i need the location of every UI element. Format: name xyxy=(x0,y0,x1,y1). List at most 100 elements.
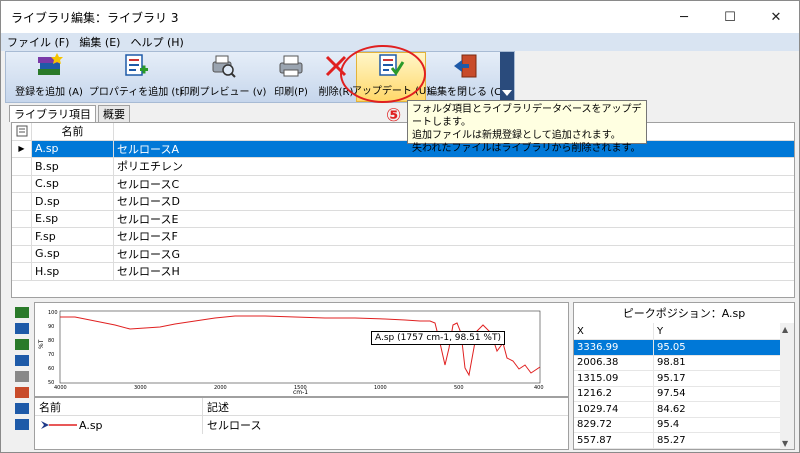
row-indicator[interactable] xyxy=(12,193,32,210)
legend-item-desc: セルロース xyxy=(207,419,262,432)
peak-row[interactable]: 1216.2 97.54 xyxy=(574,386,794,402)
row-indicator[interactable] xyxy=(12,158,32,175)
legend-header-desc: 記述 xyxy=(207,400,229,414)
row-name: セルロースD xyxy=(117,195,180,209)
close-edit-label: 編集を閉じる (C) xyxy=(427,87,505,98)
scale-icon[interactable] xyxy=(14,354,30,367)
peak-x: 1029.74 xyxy=(574,402,654,417)
peak-row[interactable]: 1315.09 95.17 xyxy=(574,371,794,387)
spectrum-svg: 1009080706050 4000 3000 2000 1500 1000 500 400… xyxy=(38,310,544,396)
grid-body: ▶ A.sp セルロースA B.sp ポリエチレン C.sp セルロースC D.sp セルロース… xyxy=(12,140,794,281)
peak-position-panel: ピークポジション：A.sp X Y 3336.99 95.05 2006.38 98.… xyxy=(573,302,795,450)
list-add-icon xyxy=(121,52,151,80)
grid-corner-icon[interactable] xyxy=(12,123,32,140)
grid-header-name[interactable]: 名前 xyxy=(32,123,114,140)
print-preview-icon xyxy=(208,52,238,80)
peak-x: 829.72 xyxy=(574,417,654,432)
print-button[interactable]: 印刷(P) xyxy=(266,52,316,102)
peak-row[interactable]: 1029.74 84.62 xyxy=(574,402,794,418)
minimize-button[interactable]: ─ xyxy=(661,1,707,33)
close-button[interactable]: ✕ xyxy=(753,1,799,33)
peak-row[interactable]: 557.87 85.27 xyxy=(574,433,794,449)
row-name: セルロースE xyxy=(117,212,179,226)
peak-row[interactable]: 3336.99 95.05 xyxy=(574,340,794,356)
x-tick-label: 1000 xyxy=(374,385,387,391)
y-tick-label: 60 xyxy=(48,366,54,372)
scroll-up-icon[interactable]: ▲ xyxy=(782,325,788,334)
peak-col-y[interactable]: Y xyxy=(654,323,794,339)
table-row[interactable]: H.sp セルロースH xyxy=(12,263,794,281)
y-tick-label: 80 xyxy=(48,338,54,344)
legend-row[interactable]: A.sp セルロース xyxy=(35,416,568,434)
add-entry-button[interactable]: 登録を追加 (A) xyxy=(6,52,92,102)
row-file: F.sp xyxy=(32,228,114,245)
table-row[interactable]: C.sp セルロースC xyxy=(12,175,794,193)
peak-scrollbar[interactable]: ▲ ▼ xyxy=(780,323,794,449)
menu-help[interactable]: ヘルプ (H) xyxy=(130,34,183,50)
row-name: セルロースF xyxy=(117,230,178,244)
table-row[interactable]: B.sp ポリエチレン xyxy=(12,158,794,176)
toolbar: 登録を追加 (A) プロパティを追加 (t) 印刷プレビュー (v) 印刷(P)… xyxy=(5,51,515,103)
zoom-reset-icon[interactable] xyxy=(14,338,30,351)
x-tick-label: 400 xyxy=(534,385,544,391)
table-row[interactable]: D.sp セルロースD xyxy=(12,193,794,211)
add-properties-button[interactable]: プロパティを追加 (t) xyxy=(88,52,184,102)
print-preview-label: 印刷プレビュー (v) xyxy=(179,87,267,98)
text-label-icon[interactable] xyxy=(14,402,30,415)
books-icon xyxy=(34,52,64,80)
x-tick-label: 3000 xyxy=(134,385,147,391)
y-tick-label: 100 xyxy=(48,310,58,316)
peak-table-header: X Y xyxy=(574,323,794,340)
x-tick-label: 500 xyxy=(454,385,464,391)
peak-x: 557.87 xyxy=(574,433,654,448)
peak-y: 84.62 xyxy=(657,403,686,415)
close-edit-button[interactable]: 編集を閉じる (C) xyxy=(426,52,506,102)
menu-edit[interactable]: 編集 (E) xyxy=(79,34,120,50)
row-indicator[interactable] xyxy=(12,245,32,262)
menu-file[interactable]: ファイル (F) xyxy=(7,34,69,50)
row-indicator[interactable] xyxy=(12,175,32,192)
peak-y: 97.54 xyxy=(657,388,686,400)
zoom-out-icon[interactable] xyxy=(14,322,30,335)
toolbar-overflow-button[interactable] xyxy=(500,52,514,102)
row-name: セルロースC xyxy=(117,177,180,191)
spectrum-chart[interactable]: 100 90 80 70 60 50 4000 3000 2000 1500 1000 500 400… xyxy=(34,302,569,397)
table-row[interactable]: G.sp セルロースG xyxy=(12,245,794,263)
tab-library-items[interactable]: ライブラリ項目 xyxy=(9,105,96,122)
row-file: C.sp xyxy=(32,175,114,192)
peak-row[interactable]: 2006.38 98.81 xyxy=(574,355,794,371)
legend-header-name: 名前 xyxy=(35,398,203,415)
print-preview-button[interactable]: 印刷プレビュー (v) xyxy=(180,52,266,102)
window-title: ライブラリ編集：ライブラリ 3 xyxy=(11,10,179,25)
peak-label-icon[interactable] xyxy=(14,386,30,399)
row-indicator[interactable]: ▶ xyxy=(12,140,32,157)
grid-header: 名前 xyxy=(12,123,794,141)
row-indicator[interactable] xyxy=(12,210,32,227)
row-file: G.sp xyxy=(32,245,114,262)
legend-swatch-icon xyxy=(41,421,77,429)
copy-chart-icon[interactable] xyxy=(14,418,30,431)
monitor-icon[interactable] xyxy=(14,370,30,383)
y-tick-label: 90 xyxy=(48,324,54,330)
row-file: A.sp xyxy=(32,140,114,157)
maximize-button[interactable]: ☐ xyxy=(707,1,753,33)
tab-summary[interactable]: 概要 xyxy=(98,105,130,122)
add-properties-label: プロパティを追加 (t) xyxy=(88,87,184,98)
table-row[interactable]: E.sp セルロースE xyxy=(12,210,794,228)
table-row[interactable]: F.sp セルロースF xyxy=(12,228,794,246)
row-indicator[interactable] xyxy=(12,228,32,245)
tooltip-line-2: 追加ファイルは新規登録として追加されます。 xyxy=(412,130,621,141)
peak-row[interactable]: 829.72 95.4 xyxy=(574,417,794,433)
scroll-down-icon[interactable]: ▼ xyxy=(782,439,788,448)
x-tick-label: 4000 xyxy=(54,385,67,391)
row-indicator[interactable] xyxy=(12,263,32,280)
library-edit-window: ライブラリ編集：ライブラリ 3 ─ ☐ ✕ ファイル (F) 編集 (E) ヘル… xyxy=(0,0,800,453)
row-file: H.sp xyxy=(32,263,114,280)
spectrum-legend: 名前 記述 A.sp セルロース xyxy=(34,397,569,450)
peak-x: 2006.38 xyxy=(574,355,654,370)
peak-y: 95.05 xyxy=(657,341,686,353)
table-row[interactable]: ▶ A.sp セルロースA xyxy=(12,140,794,158)
peak-col-x[interactable]: X xyxy=(574,323,654,339)
peak-y: 95.17 xyxy=(657,372,686,384)
zoom-in-icon[interactable] xyxy=(14,306,30,319)
